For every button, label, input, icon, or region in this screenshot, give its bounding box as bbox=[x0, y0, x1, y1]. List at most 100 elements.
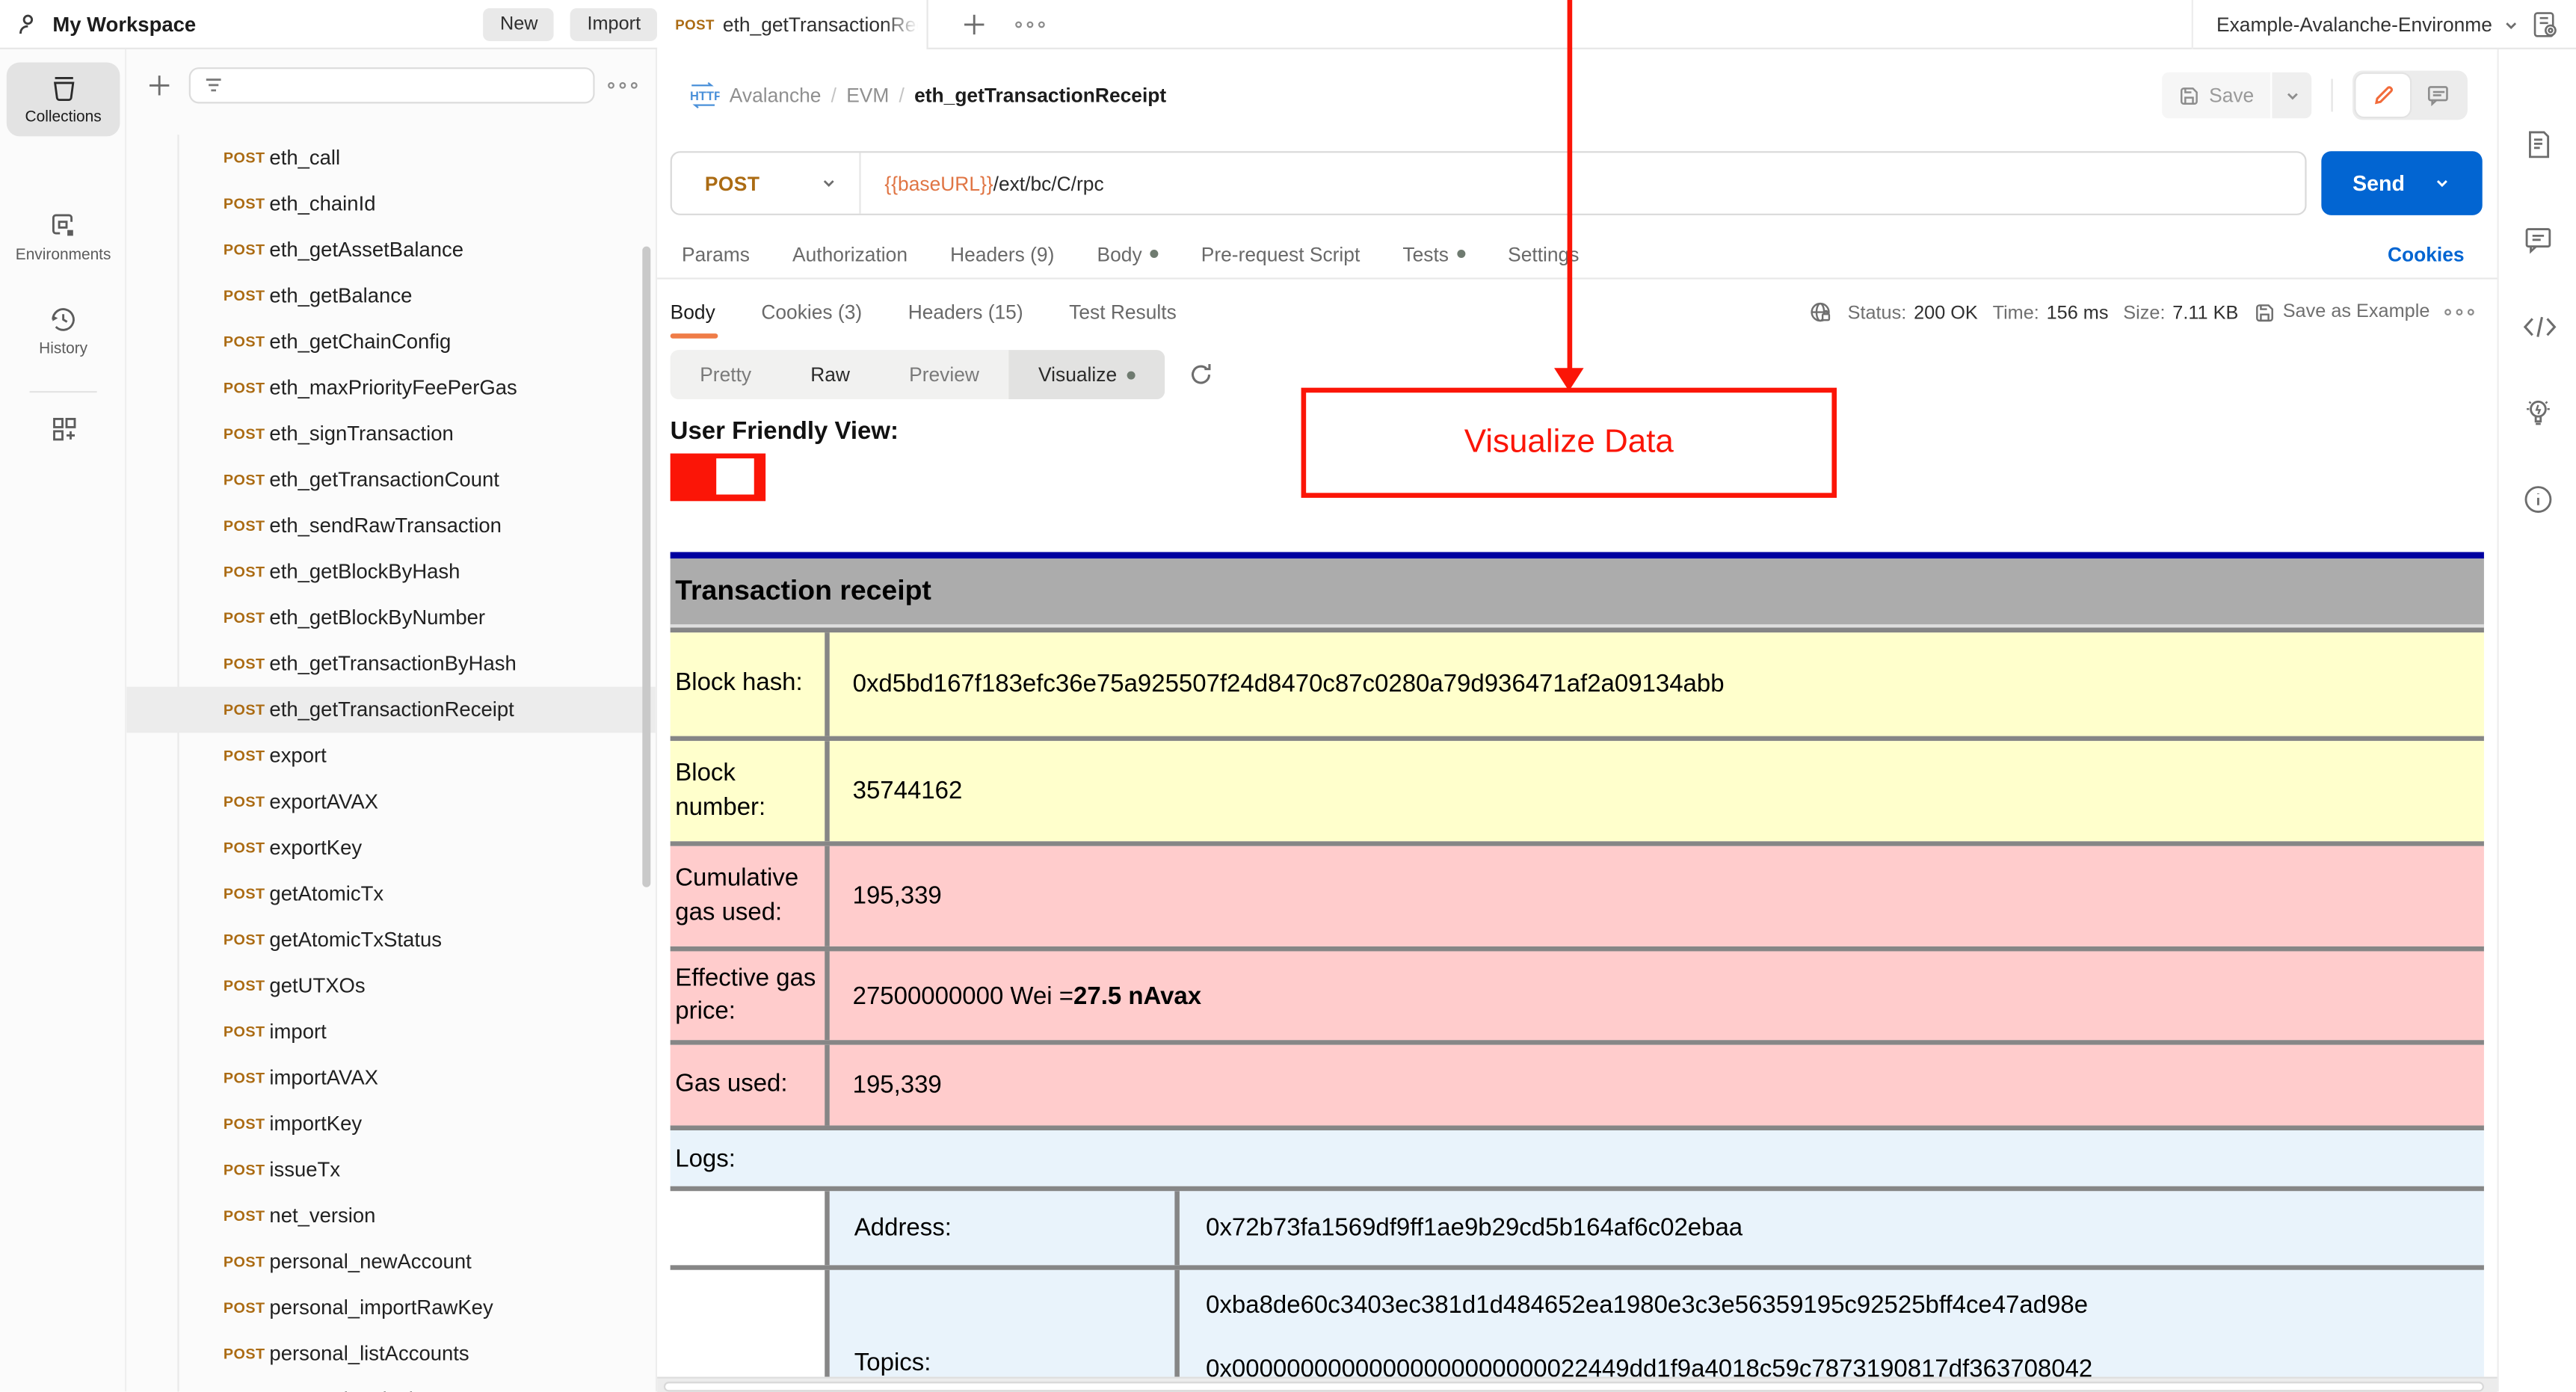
sidebar-request-eth_getAssetBalance[interactable]: POST eth_getAssetBalance bbox=[126, 227, 656, 273]
time-value: 156 ms bbox=[2046, 304, 2109, 324]
comments-button[interactable] bbox=[2410, 74, 2465, 117]
breadcrumb-collection[interactable]: Avalanche bbox=[730, 84, 822, 107]
sidebar-request-eth_getChainConfig[interactable]: POST eth_getChainConfig bbox=[126, 318, 656, 365]
tab-options-icon[interactable] bbox=[1015, 21, 1045, 28]
url-input-box[interactable]: POST {{baseURL}}/ext/bc/C/rpc bbox=[670, 151, 2307, 215]
sidebar-request-eth_sendRawTransaction[interactable]: POST eth_sendRawTransaction bbox=[126, 502, 656, 549]
sidebar-request-eth_call[interactable]: POST eth_call bbox=[126, 135, 656, 181]
nav-environments[interactable]: Environments bbox=[7, 210, 120, 265]
request-name: getAtomicTxStatus bbox=[269, 928, 442, 952]
tab-prerequest-script[interactable]: Pre-request Script bbox=[1201, 242, 1361, 265]
response-tab-cookies[interactable]: Cookies (3) bbox=[761, 301, 862, 324]
sidebar-request-issueTx[interactable]: POST issueTx bbox=[126, 1147, 656, 1193]
sidebar-request-eth_getBalance[interactable]: POST eth_getBalance bbox=[126, 273, 656, 319]
request-method-badge: POST bbox=[223, 793, 265, 810]
sidebar-request-eth_getTransactionReceipt[interactable]: POST eth_getTransactionReceipt bbox=[126, 686, 656, 733]
sidebar-request-exportAVAX[interactable]: POST exportAVAX bbox=[126, 779, 656, 825]
log-address-row: Address: 0x72b73fa1569df9ff1ae9b29cd5b16… bbox=[670, 1186, 2484, 1266]
save-as-example-button[interactable]: Save as Example bbox=[2253, 301, 2429, 323]
tab-body[interactable]: Body bbox=[1097, 242, 1159, 265]
response-options-icon[interactable] bbox=[2444, 309, 2474, 315]
tab-tests[interactable]: Tests bbox=[1402, 242, 1465, 265]
sidebar-request-getUTXOs[interactable]: POST getUTXOs bbox=[126, 963, 656, 1009]
sidebar-request-getAtomicTx[interactable]: POST getAtomicTx bbox=[126, 871, 656, 917]
tab-headers[interactable]: Headers (9) bbox=[950, 242, 1054, 265]
comments-icon[interactable] bbox=[2521, 224, 2554, 256]
sidebar-request-getAtomicTxStatus[interactable]: POST getAtomicTxStatus bbox=[126, 917, 656, 963]
cookies-link[interactable]: Cookies bbox=[2388, 242, 2465, 265]
response-tab-headers[interactable]: Headers (15) bbox=[908, 301, 1023, 324]
comment-icon bbox=[2426, 86, 2447, 107]
user-friendly-view-checkbox[interactable] bbox=[670, 453, 766, 502]
add-request-icon[interactable] bbox=[147, 73, 173, 99]
breadcrumb-request-name[interactable]: eth_getTransactionReceipt bbox=[914, 84, 1166, 107]
import-button[interactable]: Import bbox=[570, 7, 658, 41]
sidebar-request-importAVAX[interactable]: POST importAVAX bbox=[126, 1055, 656, 1101]
refresh-icon[interactable] bbox=[1188, 361, 1214, 387]
save-icon bbox=[2180, 87, 2198, 104]
scrollbar-thumb[interactable] bbox=[663, 1382, 2484, 1392]
view-visualize[interactable]: Visualize bbox=[1008, 350, 1165, 400]
request-name: eth_getChainConfig bbox=[269, 330, 452, 354]
sidebar-request-net_version[interactable]: POST net_version bbox=[126, 1193, 656, 1239]
workspace-title[interactable]: My Workspace bbox=[52, 13, 196, 37]
new-tab-plus-icon[interactable] bbox=[961, 11, 987, 37]
sidebar-request-eth_getTransactionCount[interactable]: POST eth_getTransactionCount bbox=[126, 457, 656, 503]
lightbulb-icon[interactable] bbox=[2521, 394, 2554, 430]
row-value: 35744162 bbox=[829, 741, 2484, 842]
new-button[interactable]: New bbox=[483, 7, 555, 41]
filter-box[interactable] bbox=[188, 67, 595, 104]
tab-fade bbox=[884, 0, 927, 49]
save-button[interactable]: Save bbox=[2161, 72, 2271, 119]
view-pretty[interactable]: Pretty bbox=[671, 350, 781, 399]
sidebar-request-eth_maxPriorityFeePerGas[interactable]: POST eth_maxPriorityFeePerGas bbox=[126, 365, 656, 411]
documentation-icon[interactable] bbox=[2521, 128, 2554, 161]
send-button[interactable]: Send bbox=[2321, 151, 2483, 215]
sidebar-request-eth_chainId[interactable]: POST eth_chainId bbox=[126, 181, 656, 227]
tab-authorization[interactable]: Authorization bbox=[792, 242, 908, 265]
method-chevron-icon[interactable] bbox=[822, 176, 837, 191]
nav-history[interactable]: History bbox=[7, 304, 120, 358]
view-preview[interactable]: Preview bbox=[880, 350, 1009, 399]
sidebar-request-exportKey[interactable]: POST exportKey bbox=[126, 825, 656, 871]
breadcrumb-folder[interactable]: EVM bbox=[846, 84, 889, 107]
method-selector[interactable]: POST bbox=[705, 172, 760, 195]
environment-quicklook-icon[interactable] bbox=[2530, 10, 2560, 40]
sidebar-request-eth_getBlockByHash[interactable]: POST eth_getBlockByHash bbox=[126, 549, 656, 595]
sidebar-request-eth_getBlockByNumber[interactable]: POST eth_getBlockByNumber bbox=[126, 595, 656, 641]
table-row: Block number: 35744162 bbox=[670, 736, 2484, 842]
info-icon[interactable] bbox=[2521, 483, 2554, 516]
request-tab[interactable]: POST eth_getTransactionRece bbox=[657, 0, 928, 49]
nav-more-blocks[interactable] bbox=[7, 414, 120, 444]
horizontal-scrollbar[interactable] bbox=[657, 1376, 2498, 1392]
view-raw[interactable]: Raw bbox=[781, 350, 880, 399]
url-value[interactable]: {{baseURL}}/ext/bc/C/rpc bbox=[884, 172, 1103, 195]
sidebar-request-personal_unlockAccount[interactable]: POSTpersonal_unlockAccount bbox=[126, 1377, 656, 1391]
sidebar-request-personal_listAccounts[interactable]: POST personal_listAccounts bbox=[126, 1331, 656, 1377]
sidebar-request-personal_importRawKey[interactable]: POST personal_importRawKey bbox=[126, 1285, 656, 1331]
sidebar-options-icon[interactable] bbox=[608, 81, 638, 89]
request-name: getAtomicTx bbox=[269, 882, 384, 905]
code-icon[interactable] bbox=[2521, 312, 2557, 342]
request-name: export bbox=[269, 744, 327, 768]
sidebar-scrollbar[interactable] bbox=[642, 246, 651, 887]
environment-selector[interactable]: Example-Avalanche-Environme bbox=[2192, 0, 2576, 49]
tab-params[interactable]: Params bbox=[682, 242, 750, 265]
chevron-down-icon bbox=[2506, 22, 2517, 28]
sidebar-request-eth_getTransactionByHash[interactable]: POST eth_getTransactionByHash bbox=[126, 641, 656, 687]
request-name: eth_call bbox=[269, 146, 341, 170]
url-row: POST {{baseURL}}/ext/bc/C/rpc Send bbox=[670, 151, 2483, 215]
sidebar-request-import[interactable]: POST import bbox=[126, 1008, 656, 1055]
sidebar-request-personal_newAccount[interactable]: POST personal_newAccount bbox=[126, 1239, 656, 1285]
edit-mode-button[interactable] bbox=[2355, 73, 2411, 117]
main-panel: HTTP Avalanche / EVM / eth_getTransactio… bbox=[657, 49, 2498, 1392]
nav-collections[interactable]: Collections bbox=[6, 62, 120, 137]
response-tab-body[interactable]: Body bbox=[670, 301, 720, 339]
filter-input[interactable] bbox=[233, 73, 562, 97]
sidebar-request-importKey[interactable]: POST importKey bbox=[126, 1100, 656, 1147]
response-tab-test-results[interactable]: Test Results bbox=[1069, 301, 1177, 324]
sidebar-request-export[interactable]: POST export bbox=[126, 733, 656, 779]
sidebar-request-eth_signTransaction[interactable]: POST eth_signTransaction bbox=[126, 410, 656, 457]
save-dropdown-button[interactable] bbox=[2272, 72, 2312, 119]
send-options-chevron-icon[interactable] bbox=[2435, 176, 2450, 191]
